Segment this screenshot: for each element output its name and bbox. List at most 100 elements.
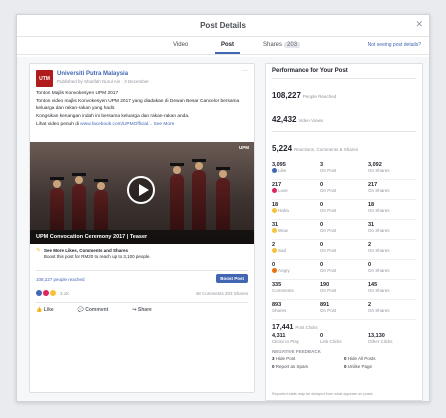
- engagement-row: 31 Wow 0 On Post 31 On Shares: [272, 220, 416, 240]
- play-icon[interactable]: [127, 176, 155, 204]
- clicks-cell: 0 Link Clicks: [320, 333, 368, 345]
- cell-label: Like: [278, 168, 287, 173]
- engagement-cell: 3 On Post: [320, 162, 368, 174]
- engagement-cell: 2 Sad: [272, 242, 320, 254]
- reaction-dot-icon: [272, 208, 277, 213]
- dialog-titlebar: Post Details ✕: [17, 15, 429, 37]
- engagement-cell: 2 On Shares: [368, 242, 416, 254]
- stat-engagement: 5,224 Reactions, Comments & Shares: [272, 138, 416, 156]
- tab-video[interactable]: Video: [173, 42, 188, 48]
- tab-post[interactable]: Post: [214, 42, 241, 54]
- engagement-cell: 2 On Shares: [368, 302, 416, 314]
- graduate-figure: [170, 163, 184, 230]
- performance-panel: Performance for Your Post 108,227 People …: [265, 63, 423, 401]
- see-more-link[interactable]: ... See More: [148, 122, 174, 127]
- engagement-row: 0 Angry 0 On Post 0 On Shares: [272, 260, 416, 280]
- reaction-dot-icon: [272, 168, 277, 173]
- stat-value: 108,227: [272, 91, 301, 100]
- cell-label: On Post: [320, 188, 337, 193]
- page-name[interactable]: Universiti Putra Malaysia: [57, 70, 152, 78]
- reaction-dot-icon: [272, 248, 277, 253]
- negative-item: 3 Hide Post: [272, 356, 344, 361]
- cell-label: On Shares: [368, 228, 390, 233]
- stat-reached: 108,227 People Reached: [272, 85, 416, 103]
- cell-label: On Shares: [368, 288, 390, 293]
- negative-label: Hide Post: [275, 356, 296, 361]
- engagement-cell: 0 On Post: [320, 222, 368, 234]
- love-icon: [43, 290, 49, 296]
- report-link[interactable]: Not seeing post details?: [368, 42, 421, 48]
- dialog-title: Post Details: [200, 21, 246, 30]
- graduate-figure: [72, 173, 86, 230]
- engagement-cell: 0 On Post: [320, 182, 368, 194]
- video-thumbnail[interactable]: UPM UPM Convocation Ceremony 2017 | Teas…: [30, 142, 254, 244]
- cell-label: On Shares: [368, 308, 390, 313]
- cta-title: See More Likes, Comments and Shares: [44, 248, 129, 253]
- engagement-row: 335 Comments 190 On Post 145 On Shares: [272, 280, 416, 300]
- cell-label: Comments: [272, 288, 294, 293]
- post-paragraph: Kongsikan kenangan indah ini bersama kel…: [36, 113, 190, 119]
- more-options-icon[interactable]: ···: [242, 68, 248, 74]
- cell-label: On Shares: [368, 248, 390, 253]
- engagement-cell: 18 Haha: [272, 202, 320, 214]
- cell-label: On Post: [320, 248, 337, 253]
- cell-label: Other Clicks: [368, 339, 393, 344]
- comment-button[interactable]: 💬 Comment: [78, 307, 121, 313]
- stat-value: 42,432: [272, 115, 297, 124]
- engagement-row: 217 Love 0 On Post 217 On Shares: [272, 180, 416, 200]
- engagement-row: 2 Sad 0 On Post 2 On Shares: [272, 240, 416, 260]
- engagement-cell: 0 On Post: [320, 202, 368, 214]
- stat-views: 42,432 Video Views: [272, 109, 416, 132]
- close-icon[interactable]: ✕: [415, 19, 423, 30]
- engagement-grid: 3,095 Like 3 On Post 3,092 On Shares 217 Love 0 O…: [272, 160, 416, 320]
- negative-value: 0: [344, 364, 347, 369]
- clicks-cell: 4,311 Clicks to Play: [272, 333, 320, 345]
- engagement-cell: 893 Shares: [272, 302, 320, 314]
- like-label: Like: [43, 307, 54, 313]
- page-logo[interactable]: UTM: [36, 70, 53, 87]
- post-preview: UTM Universiti Putra Malaysia Published …: [29, 63, 255, 393]
- post-link[interactable]: www.facebook.com/UPMOfficial: [80, 122, 148, 127]
- footnote: Reported stats may be delayed from what …: [272, 392, 373, 396]
- comments-shares-count[interactable]: 48 Comments 203 Shares: [196, 291, 248, 296]
- clicks-grid: 4,311 Clicks to Play 0 Link Clicks 13,130 O…: [272, 333, 416, 345]
- boost-post-button[interactable]: Boost Post: [216, 274, 248, 283]
- negative-value: 0: [344, 356, 347, 361]
- negative-value: 0: [272, 364, 275, 369]
- stat-label: People Reached: [302, 94, 337, 99]
- share-label: Share: [137, 307, 152, 313]
- cta-text: Boost this post for RM20 to reach up to …: [44, 254, 151, 259]
- post-header: UTM Universiti Putra Malaysia Published …: [30, 64, 254, 87]
- cell-label: Angry: [278, 268, 290, 273]
- stat-value: 5,224: [272, 144, 293, 153]
- cell-label: On Shares: [368, 208, 390, 213]
- post-details-dialog: Post Details ✕ Video Post Shares 203 Not …: [16, 14, 430, 402]
- engagement-cell: 217 On Shares: [368, 182, 416, 194]
- engagement-cell: 0 On Shares: [368, 262, 416, 274]
- post-clicks-value: 17,441: [272, 324, 294, 331]
- engagement-cell: 0 Angry: [272, 262, 320, 274]
- share-button[interactable]: ↪ Share: [132, 307, 164, 313]
- cell-label: On Post: [320, 308, 337, 313]
- engagement-cell: 31 On Shares: [368, 222, 416, 234]
- cell-label: On Post: [320, 228, 337, 233]
- like-button[interactable]: 👍 Like: [36, 307, 66, 313]
- post-meta: Published by Sharifah Nurul Ain · 3 Dece…: [57, 79, 152, 84]
- reactions-row: 3.1K 48 Comments 203 Shares: [36, 290, 248, 296]
- engagement-row: 3,095 Like 3 On Post 3,092 On Shares: [272, 160, 416, 180]
- post-paragraph-link: Lihat video penuh di www.facebook.com/UP…: [36, 122, 248, 128]
- boost-cta: ✎ See More Likes, Comments and Shares Bo…: [36, 248, 248, 260]
- people-reached[interactable]: 108,227 people reached: [36, 277, 85, 282]
- reaction-icons[interactable]: [36, 290, 57, 296]
- reaction-dot-icon: [272, 268, 277, 273]
- engagement-cell: 3,092 On Shares: [368, 162, 416, 174]
- negative-value: 3: [272, 356, 275, 361]
- boost-row: 108,227 people reached Boost Post: [36, 270, 248, 284]
- negative-label: Report as Spam: [275, 364, 309, 369]
- dialog-body: UTM Universiti Putra Malaysia Published …: [17, 57, 429, 401]
- engagement-cell: 3,095 Like: [272, 162, 320, 174]
- post-text: Tonton Majlis Konvokesyen UPM 2017 Tonto…: [30, 87, 254, 128]
- reaction-count[interactable]: 3.1K: [60, 291, 69, 296]
- tab-shares[interactable]: Shares 203: [263, 42, 301, 48]
- cell-label: Love: [278, 188, 288, 193]
